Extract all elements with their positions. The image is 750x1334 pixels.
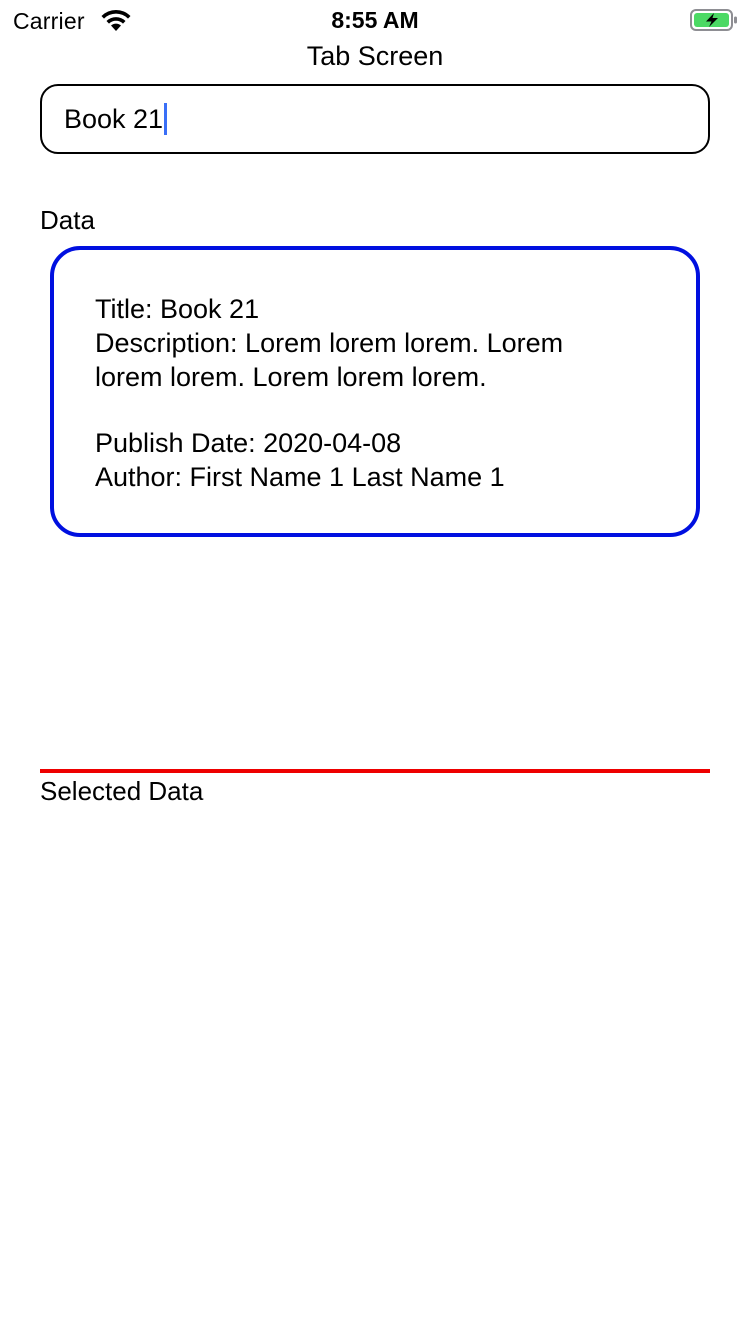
nav-title: Tab Screen — [306, 41, 444, 71]
text-caret — [164, 103, 168, 135]
book-data-card[interactable]: Title: Book 21 Description: Lorem lorem … — [50, 246, 700, 537]
screen: Carrier 8:55 AM Tab Screen Book 21 Data … — [0, 0, 750, 1334]
section-divider — [40, 769, 710, 773]
book-author: Author: First Name 1 Last Name 1 — [95, 462, 505, 492]
clock: 8:55 AM — [331, 7, 419, 33]
book-description-line-1: Description: Lorem lorem lorem. Lorem — [95, 328, 564, 358]
selected-data-label: Selected Data — [40, 776, 204, 806]
card-spacer — [95, 394, 656, 426]
book-description-line-2: lorem lorem. Lorem lorem lorem. — [95, 362, 487, 392]
book-publish-date: Publish Date: 2020-04-08 — [95, 428, 402, 458]
search-input[interactable]: Book 21 — [40, 84, 710, 154]
search-input-value: Book 21 — [64, 103, 164, 134]
status-bar: Carrier 8:55 AM — [0, 0, 750, 40]
data-section-label: Data — [40, 205, 95, 235]
battery-charging-icon — [690, 9, 737, 31]
book-title: Title: Book 21 — [95, 294, 260, 324]
